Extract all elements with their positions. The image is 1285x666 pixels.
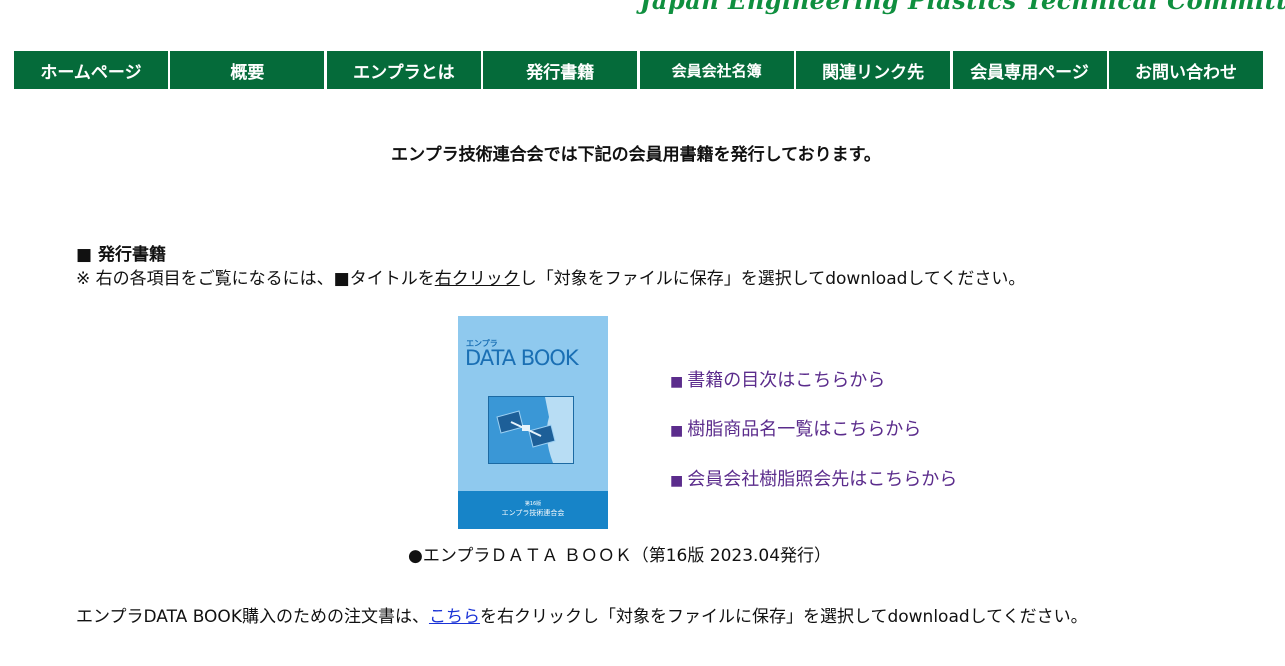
satellite-illustration <box>489 397 573 463</box>
nav-publications[interactable]: 発行書籍 <box>483 51 638 89</box>
note-right-click: 右クリック <box>434 269 520 289</box>
link-label: 樹脂商品名一覧はこちらから <box>687 419 922 440</box>
download-instructions: ※ 右の各項目をご覧になるには、■タイトルを右クリックし「対象をファイルに保存」… <box>76 264 1025 289</box>
note-suffix: し「対象をファイルに保存」を選択してdownloadしてください。 <box>519 269 1026 289</box>
nav-home[interactable]: ホームページ <box>14 51 168 89</box>
nav-member-directory[interactable]: 会員会社名簿 <box>639 51 794 89</box>
link-table-of-contents[interactable]: ■ 書籍の目次はこちらから <box>670 366 885 392</box>
cover-footer-band: 第16版 エンプラ技術連合会 <box>458 491 608 529</box>
order-suffix: を右クリックし「対象をファイルに保存」を選択してdownloadしてください。 <box>479 607 1088 627</box>
nav-related-links[interactable]: 関連リンク先 <box>796 51 951 89</box>
nav-about-enpla[interactable]: エンプラとは <box>326 51 481 89</box>
link-member-resin-contacts[interactable]: ■ 会員会社樹脂照会先はこちらから <box>670 465 957 491</box>
page-lead-text: エンプラ技術連合会では下記の会員用書籍を発行しております。 <box>391 145 881 165</box>
link-label: 会員会社樹脂照会先はこちらから <box>687 469 958 490</box>
main-navigation: ホームページ 概要 エンプラとは 発行書籍 会員会社名簿 関連リンク先 会員専用… <box>14 51 1263 89</box>
data-book-cover-image: エンプラ DATA BOOK 第16版 エンプラ技術連合会 <box>458 316 608 529</box>
note-prefix: ※ 右の各項目をご覧になるには、■タイトルを <box>76 269 435 289</box>
link-resin-trade-names[interactable]: ■ 樹脂商品名一覧はこちらから <box>670 415 921 441</box>
nav-contact[interactable]: お問い合わせ <box>1108 51 1263 89</box>
book-caption: ●エンプラＤＡＴＡ ＢＯＯＫ（第16版 2023.04発行） <box>408 546 832 566</box>
cover-title: DATA BOOK <box>465 346 579 370</box>
satellite-photo <box>488 396 574 464</box>
link-label: 書籍の目次はこちらから <box>687 370 886 391</box>
order-form-instructions: エンプラDATA BOOK購入のための注文書は、こちらを右クリックし「対象をファ… <box>76 602 1088 627</box>
nav-overview[interactable]: 概要 <box>170 51 325 89</box>
cover-publisher: エンプラ技術連合会 <box>501 509 565 517</box>
square-bullet-icon: ■ <box>670 374 684 390</box>
order-prefix: エンプラDATA BOOK購入のための注文書は、 <box>76 607 429 627</box>
nav-members-only[interactable]: 会員専用ページ <box>952 51 1107 89</box>
site-banner-text: Japan Engineering Plastics Technical Com… <box>640 0 1285 15</box>
cover-edition: 第16版 <box>524 501 542 507</box>
square-bullet-icon: ■ <box>670 473 684 489</box>
order-form-link[interactable]: こちら <box>429 607 480 627</box>
section-heading: ■ 発行書籍 <box>76 245 166 265</box>
square-bullet-icon: ■ <box>670 423 684 439</box>
